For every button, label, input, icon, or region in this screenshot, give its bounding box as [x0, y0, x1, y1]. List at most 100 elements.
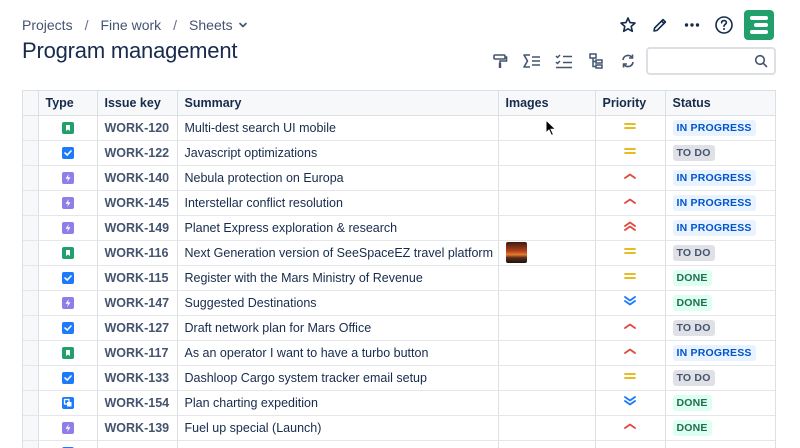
- hierarchy-button[interactable]: [580, 46, 612, 76]
- status-cell[interactable]: [665, 440, 775, 448]
- column-header-type[interactable]: Type: [38, 91, 98, 116]
- table-row[interactable]: WORK-139 Fuel up special (Launch) DONE: [23, 415, 775, 441]
- status-badge[interactable]: TO DO: [672, 369, 715, 386]
- images-cell[interactable]: [498, 415, 596, 441]
- priority-cell[interactable]: [595, 140, 666, 166]
- issue-key-cell[interactable]: WORK-141: [97, 440, 178, 448]
- images-cell[interactable]: [498, 265, 596, 291]
- row-handle[interactable]: [23, 240, 39, 266]
- priority-cell[interactable]: [595, 265, 666, 291]
- priority-cell[interactable]: [595, 290, 666, 316]
- status-badge[interactable]: IN PROGRESS: [672, 119, 756, 136]
- status-badge[interactable]: DONE: [672, 294, 712, 311]
- image-thumbnail[interactable]: [505, 242, 527, 263]
- summary-cell[interactable]: Interstellar conflict resolution: [177, 190, 499, 216]
- breadcrumb-sheets[interactable]: Sheets: [189, 17, 233, 33]
- type-cell[interactable]: [38, 390, 98, 416]
- status-cell[interactable]: DONE: [665, 265, 775, 291]
- issue-key-cell[interactable]: WORK-145: [97, 190, 178, 216]
- row-handle[interactable]: [23, 165, 39, 191]
- column-header-status[interactable]: Status: [665, 91, 775, 116]
- status-badge[interactable]: DONE: [672, 394, 712, 411]
- status-cell[interactable]: IN PROGRESS: [665, 190, 775, 216]
- sum-button[interactable]: [516, 46, 548, 76]
- summary-cell[interactable]: Fuel up special (Launch): [177, 415, 499, 441]
- edit-button[interactable]: [644, 10, 676, 40]
- images-cell[interactable]: [498, 240, 596, 266]
- images-cell[interactable]: [498, 115, 596, 141]
- status-badge[interactable]: TO DO: [672, 244, 715, 261]
- table-row[interactable]: WORK-115 Register with the Mars Ministry…: [23, 265, 775, 291]
- more-button[interactable]: [676, 10, 708, 40]
- images-cell[interactable]: [498, 340, 596, 366]
- images-cell[interactable]: [498, 215, 596, 241]
- row-handle[interactable]: [23, 340, 39, 366]
- priority-cell[interactable]: [595, 440, 666, 448]
- star-button[interactable]: [612, 10, 644, 40]
- status-cell[interactable]: IN PROGRESS: [665, 115, 775, 141]
- status-badge[interactable]: IN PROGRESS: [672, 344, 756, 361]
- images-cell[interactable]: [498, 315, 596, 341]
- status-badge[interactable]: TO DO: [672, 319, 715, 336]
- table-row[interactable]: WORK-122 Javascript optimizations TO DO: [23, 140, 775, 166]
- issue-key-cell[interactable]: WORK-115: [97, 265, 178, 291]
- table-row[interactable]: WORK-117 As an operator I want to have a…: [23, 340, 775, 366]
- status-cell[interactable]: TO DO: [665, 315, 775, 341]
- status-cell[interactable]: DONE: [665, 290, 775, 316]
- priority-cell[interactable]: [595, 215, 666, 241]
- issue-key-cell[interactable]: WORK-117: [97, 340, 178, 366]
- issue-key-cell[interactable]: WORK-127: [97, 315, 178, 341]
- priority-cell[interactable]: [595, 115, 666, 141]
- row-handle[interactable]: [23, 315, 39, 341]
- row-handle[interactable]: [23, 115, 39, 141]
- summary-cell[interactable]: Draft network plan for Mars Office: [177, 315, 499, 341]
- row-handle[interactable]: [23, 415, 39, 441]
- images-cell[interactable]: [498, 165, 596, 191]
- priority-cell[interactable]: [595, 390, 666, 416]
- summary-cell[interactable]: [177, 440, 499, 448]
- row-handle[interactable]: [23, 365, 39, 391]
- priority-cell[interactable]: [595, 340, 666, 366]
- issue-key-cell[interactable]: WORK-120: [97, 115, 178, 141]
- status-badge[interactable]: IN PROGRESS: [672, 194, 756, 211]
- priority-cell[interactable]: [595, 315, 666, 341]
- status-badge[interactable]: DONE: [672, 419, 712, 436]
- type-cell[interactable]: [38, 190, 98, 216]
- summary-cell[interactable]: Multi-dest search UI mobile: [177, 115, 499, 141]
- status-badge[interactable]: DONE: [672, 269, 712, 286]
- row-handle[interactable]: [23, 215, 39, 241]
- images-cell[interactable]: [498, 365, 596, 391]
- status-badge[interactable]: IN PROGRESS: [672, 169, 756, 186]
- status-cell[interactable]: TO DO: [665, 365, 775, 391]
- table-row[interactable]: WORK-154 Plan charting expedition DONE: [23, 390, 775, 416]
- table-row[interactable]: WORK-147 Suggested Destinations DONE: [23, 290, 775, 316]
- column-header-images[interactable]: Images: [498, 91, 596, 116]
- status-badge[interactable]: TO DO: [672, 144, 715, 161]
- table-row[interactable]: WORK-127 Draft network plan for Mars Off…: [23, 315, 775, 341]
- issue-key-cell[interactable]: WORK-140: [97, 165, 178, 191]
- refresh-button[interactable]: [612, 46, 644, 76]
- issue-key-cell[interactable]: WORK-139: [97, 415, 178, 441]
- status-badge[interactable]: IN PROGRESS: [672, 219, 756, 236]
- chevron-down-icon[interactable]: [238, 20, 248, 30]
- priority-cell[interactable]: [595, 165, 666, 191]
- summary-cell[interactable]: Planet Express exploration & research: [177, 215, 499, 241]
- checklist-button[interactable]: [548, 46, 580, 76]
- breadcrumb-fine-work[interactable]: Fine work: [100, 17, 161, 33]
- type-cell[interactable]: [38, 165, 98, 191]
- priority-cell[interactable]: [595, 415, 666, 441]
- type-cell[interactable]: [38, 140, 98, 166]
- images-cell[interactable]: [498, 290, 596, 316]
- type-cell[interactable]: [38, 315, 98, 341]
- summary-cell[interactable]: As an operator I want to have a turbo bu…: [177, 340, 499, 366]
- search-icon[interactable]: [754, 54, 768, 73]
- images-cell[interactable]: [498, 190, 596, 216]
- help-button[interactable]: [708, 10, 740, 40]
- summary-cell[interactable]: Dashloop Cargo system tracker email setu…: [177, 365, 499, 391]
- table-row[interactable]: WORK-145 Interstellar conflict resolutio…: [23, 190, 775, 216]
- table-row[interactable]: WORK-149 Planet Express exploration & re…: [23, 215, 775, 241]
- row-handle[interactable]: [23, 190, 39, 216]
- type-cell[interactable]: [38, 290, 98, 316]
- table-row[interactable]: WORK-140 Nebula protection on Europa IN …: [23, 165, 775, 191]
- issue-key-cell[interactable]: WORK-149: [97, 215, 178, 241]
